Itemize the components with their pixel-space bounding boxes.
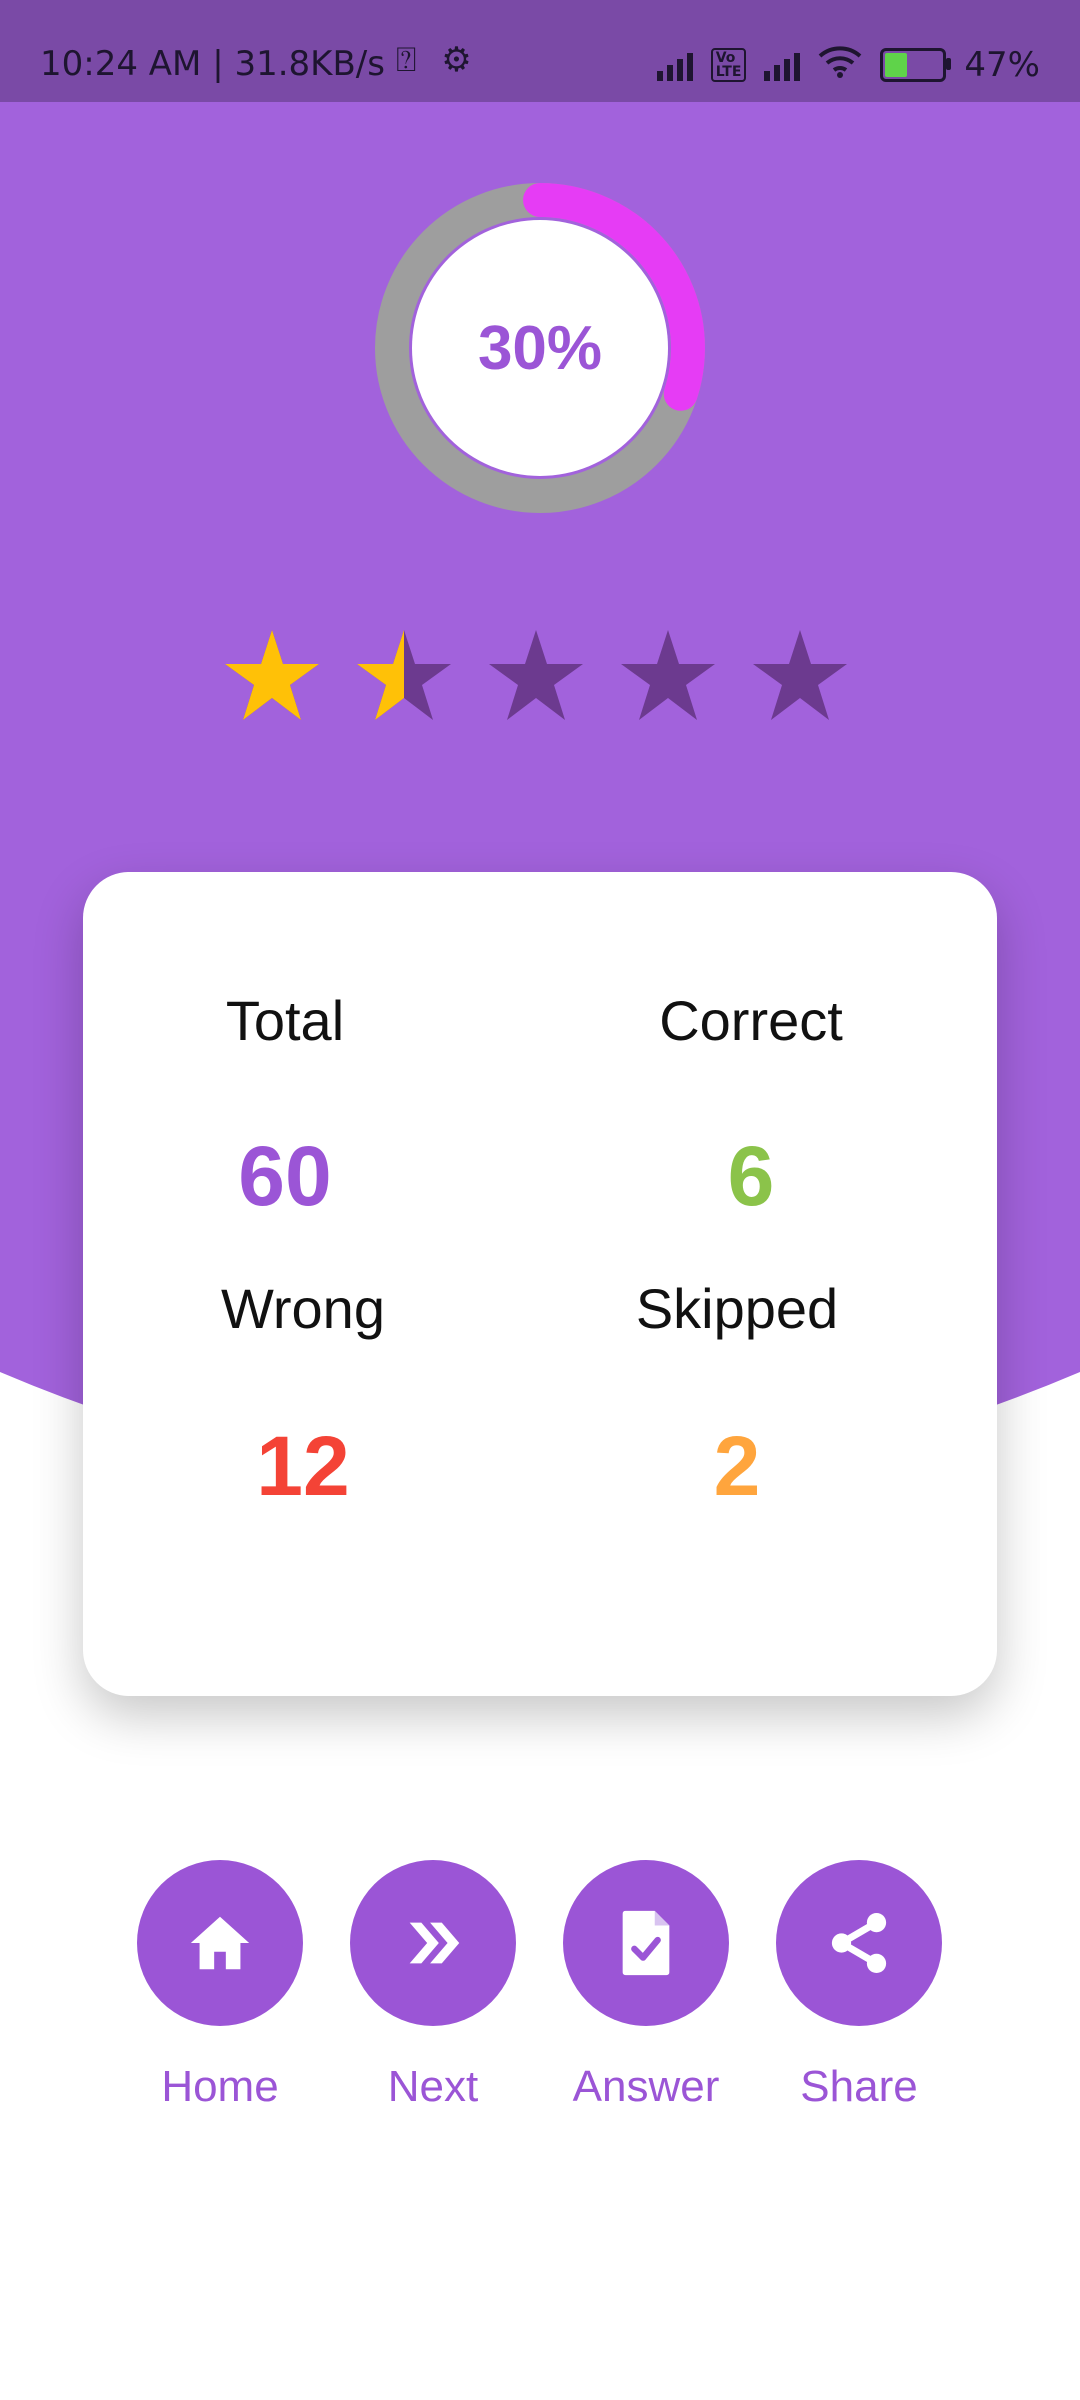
double-chevron-right-icon (409, 1922, 460, 1964)
status-time: 10:24 AM | 31.8KB/s (40, 44, 385, 84)
volte-icon: Vo LTE (710, 48, 747, 82)
settings-gear-icon: ⚙ (441, 40, 472, 80)
answer-button[interactable]: Answer (546, 1860, 746, 2112)
wrong-label: Wrong (221, 1277, 385, 1340)
share-button[interactable]: Share (759, 1860, 959, 2112)
score-percent: 30% (412, 220, 668, 476)
battery-percent: 47% (964, 45, 1040, 85)
correct-label: Correct (659, 989, 843, 1052)
correct-value: 6 (727, 1129, 775, 1223)
status-notification-icons: ⍰ ⚙ (396, 40, 472, 80)
next-button[interactable]: Next (333, 1860, 533, 2112)
share-button-circle[interactable] (776, 1860, 942, 2026)
status-bar: 10:24 AM | 31.8KB/s ⍰ ⚙ Vo LTE 47% (0, 0, 1080, 102)
stats-card: Total 60 Correct 6 Wrong 12 Skipped 2 (83, 872, 997, 1696)
total-label: Total (225, 989, 345, 1052)
status-right-icons: Vo LTE 47% (656, 40, 1040, 90)
star-icon (357, 630, 451, 720)
home-button-circle[interactable] (137, 1860, 303, 2026)
star-icon (753, 630, 847, 720)
home-label: Home (161, 2062, 279, 2111)
next-label: Next (387, 2062, 479, 2111)
next-button-circle[interactable] (350, 1860, 516, 2026)
star-icon (489, 630, 583, 720)
skipped-value: 2 (713, 1419, 761, 1513)
home-button[interactable]: Home (120, 1860, 320, 2112)
action-buttons: Home Next Answer Share (0, 1860, 1080, 2120)
share-icon (831, 1912, 887, 1974)
share-label: Share (800, 2062, 918, 2111)
home-icon (190, 1916, 250, 1970)
answer-document-icon (622, 1910, 670, 1976)
battery-icon (880, 48, 952, 82)
star-icon (225, 630, 319, 720)
signal-4g-icon (764, 49, 801, 81)
signal-icon (656, 49, 693, 81)
score-progress-ring: 30% (374, 182, 706, 514)
notification-icon: ⍰ (396, 40, 417, 80)
answer-label: Answer (572, 2062, 720, 2111)
wifi-icon (818, 44, 862, 87)
skipped-label: Skipped (635, 1277, 839, 1340)
total-value: 60 (238, 1129, 332, 1223)
star-rating (222, 626, 862, 726)
answer-button-circle[interactable] (563, 1860, 729, 2026)
star-icon (621, 630, 715, 720)
wrong-value: 12 (256, 1419, 350, 1513)
